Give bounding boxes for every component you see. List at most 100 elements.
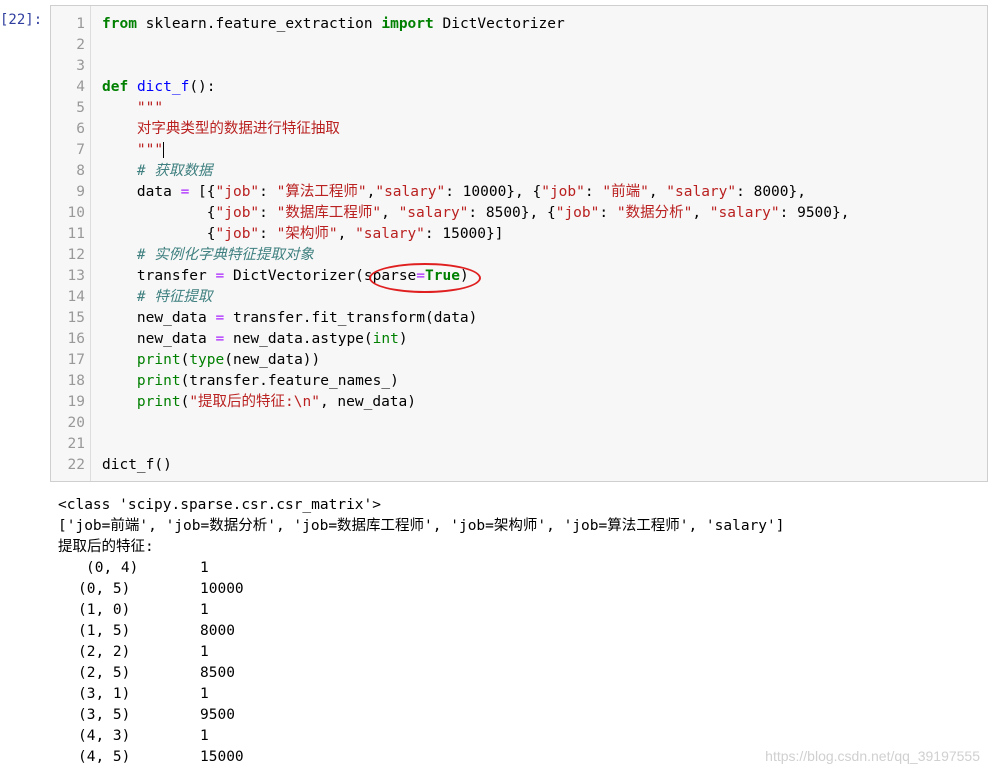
- code-token: ,: [381, 205, 399, 221]
- matrix-entry-index: (4, 5): [78, 749, 131, 765]
- code-token: {: [102, 205, 216, 221]
- code-token: :: [599, 205, 617, 221]
- matrix-entry-row: (0, 4) 1: [58, 558, 978, 579]
- code-token: dict_f: [136, 79, 190, 95]
- code-token: "job": [541, 184, 585, 200]
- code-token: "salary": [398, 205, 469, 221]
- code-line: data = [{"job": "算法工程师","salary": 10000}…: [102, 182, 806, 203]
- code-token: new_data: [102, 310, 216, 326]
- matrix-entry-row: (0, 5) 10000: [58, 579, 978, 600]
- matrix-entry-value: 15000: [200, 749, 244, 765]
- line-number: 12: [67, 247, 85, 263]
- matrix-entry-row: (4, 3) 1: [58, 726, 978, 747]
- matrix-entry-row: (2, 5) 8500: [58, 663, 978, 684]
- code-token: : 10000}, {: [445, 184, 542, 200]
- matrix-entry-index: (4, 3): [78, 728, 131, 744]
- matrix-entry-index: (0, 4): [86, 560, 139, 576]
- code-line: def dict_f():: [102, 77, 216, 98]
- code-token: , new_data): [319, 394, 416, 410]
- code-token: "salary": [666, 184, 737, 200]
- code-token: =: [215, 268, 225, 284]
- code-token: "salary": [709, 205, 780, 221]
- matrix-entry-index: (3, 1): [78, 686, 131, 702]
- line-number: 6: [76, 121, 85, 137]
- line-number: 14: [67, 289, 85, 305]
- line-number: 17: [67, 352, 85, 368]
- code-token: transfer: [102, 268, 216, 284]
- code-token: DictVectorizer: [433, 16, 565, 32]
- line-number: 5: [76, 100, 85, 116]
- code-line: # 实例化字典特征提取对象: [102, 245, 314, 266]
- line-number-gutter: 1 2 3 4 5 6 7 8 9 10 11 12 13 14 15 16 17 18 19 20 21 22: [51, 6, 91, 481]
- code-line: """: [102, 140, 165, 161]
- code-line: 对字典类型的数据进行特征抽取: [102, 119, 340, 140]
- code-token: """: [136, 142, 164, 158]
- code-line: new_data = new_data.astype(int): [102, 329, 408, 350]
- code-token: : 8000},: [736, 184, 806, 200]
- matrix-entry-index: (2, 2): [78, 644, 131, 660]
- code-token: "提取后的特征:\n": [189, 394, 320, 410]
- code-token: : 15000}]: [424, 226, 504, 242]
- matrix-entry-row: (3, 5) 9500: [58, 705, 978, 726]
- line-number: 11: [67, 226, 85, 242]
- code-token: :: [259, 205, 277, 221]
- code-token: 对字典类型的数据进行特征抽取: [136, 121, 340, 137]
- code-cell[interactable]: 1 2 3 4 5 6 7 8 9 10 11 12 13 14 15 16 17 18 19 20 21 22 from…: [50, 5, 988, 482]
- line-number: 22: [67, 457, 85, 473]
- line-number: 21: [67, 436, 85, 452]
- line-number: 4: [76, 79, 85, 95]
- matrix-entry-index: (1, 0): [78, 602, 131, 618]
- code-token: new_data.astype(: [224, 331, 373, 347]
- code-line: new_data = transfer.fit_transform(data): [102, 308, 478, 329]
- line-number: 3: [76, 58, 85, 74]
- output-line: ['job=前端', 'job=数据分析', 'job=数据库工程师', 'jo…: [58, 518, 785, 534]
- matrix-entry-value: 8000: [200, 623, 235, 639]
- code-token: print: [136, 373, 181, 389]
- code-line: print(type(new_data)): [102, 350, 320, 371]
- code-token: "salary": [355, 226, 425, 242]
- cell-output: <class 'scipy.sparse.csr.csr_matrix'> ['j…: [58, 495, 978, 768]
- code-token: [{: [189, 184, 216, 200]
- code-token: {: [102, 226, 216, 242]
- code-token: # 获取数据: [136, 163, 213, 179]
- code-token: type: [189, 352, 225, 368]
- matrix-entry-row: (2, 2) 1: [58, 642, 978, 663]
- matrix-entry-index: (0, 5): [78, 581, 131, 597]
- matrix-entry-index: (3, 5): [78, 707, 131, 723]
- code-line: # 特征提取: [102, 287, 212, 308]
- code-token: "salary": [375, 184, 446, 200]
- code-token: # 实例化字典特征提取对象: [136, 247, 314, 263]
- code-token: ,: [648, 184, 667, 200]
- code-token: "job": [215, 226, 260, 242]
- code-token: "架构师": [276, 226, 338, 242]
- code-token: ,: [337, 226, 356, 242]
- matrix-entry-value: 1: [200, 686, 209, 702]
- matrix-entry-value: 8500: [200, 665, 235, 681]
- matrix-entry-index: (2, 5): [78, 665, 131, 681]
- matrix-entry-row: (1, 0) 1: [58, 600, 978, 621]
- code-line: print("提取后的特征:\n", new_data): [102, 392, 416, 413]
- code-token: "job": [215, 205, 260, 221]
- code-token: print: [136, 352, 181, 368]
- matrix-entry-value: 1: [200, 602, 209, 618]
- code-token: ():: [189, 79, 216, 95]
- code-token: def: [102, 79, 129, 95]
- code-token: ): [398, 331, 408, 347]
- line-number: 10: [67, 205, 85, 221]
- code-token: : 8500}, {: [468, 205, 556, 221]
- code-token: (: [180, 394, 190, 410]
- code-token: import: [381, 16, 434, 32]
- code-token: "前端": [602, 184, 649, 200]
- code-line: # 获取数据: [102, 161, 212, 182]
- code-token: int: [372, 331, 399, 347]
- code-token: "算法工程师": [276, 184, 367, 200]
- code-token: new_data: [102, 331, 216, 347]
- code-token: =: [215, 331, 225, 347]
- code-token: (new_data)): [224, 352, 321, 368]
- code-token: (: [180, 352, 190, 368]
- code-line: print(transfer.feature_names_): [102, 371, 399, 392]
